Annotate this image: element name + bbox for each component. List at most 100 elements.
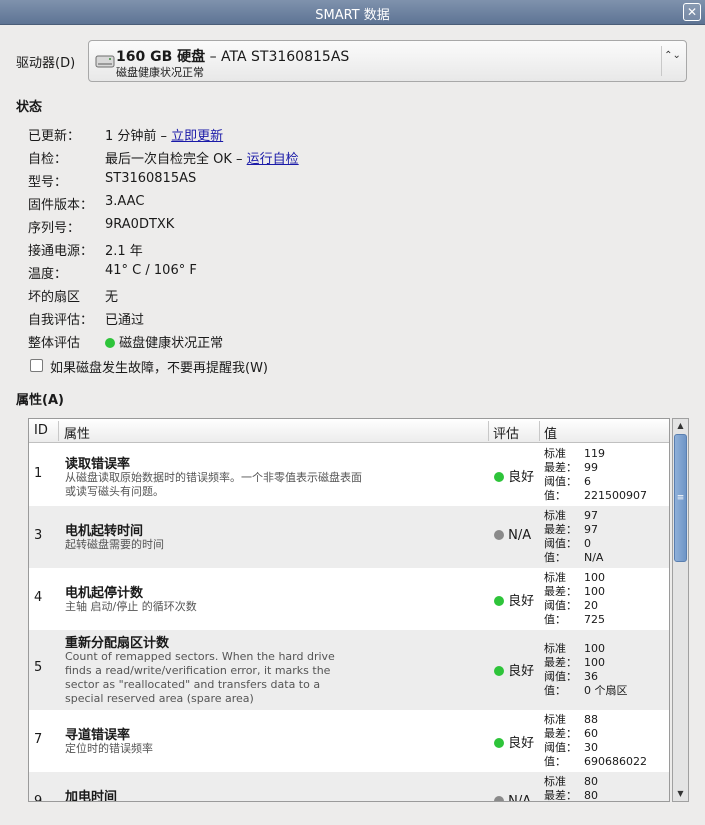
assessment-text: N/A <box>508 794 532 802</box>
attributes-table[interactable]: ID 属性 评估 值 1 读取错误率 从磁盘读取原始数据时的错误频率。一个非零值… <box>28 418 670 802</box>
value-label-threshold: 阈值： <box>544 599 577 612</box>
attributes-heading: 属性(A) <box>16 393 64 408</box>
column-divider <box>58 421 59 441</box>
column-divider <box>488 421 489 441</box>
status-value: 2.1 年 <box>105 244 143 259</box>
attribute-name: 读取错误率 <box>65 457 131 472</box>
attribute-values: 标准 88 最差： 60 阈值： 30 值： 690686022 <box>544 713 647 769</box>
table-row[interactable]: 4 电机起停计数 主轴 启动/停止 的循环次数 良好 标准 100 最差： 100 … <box>29 568 669 630</box>
attribute-values: 标准 119 最差： 99 阈值： 6 值： 221500907 <box>544 447 647 503</box>
status-value: 3.AAC <box>105 194 145 209</box>
table-row[interactable]: 1 读取错误率 从磁盘读取原始数据时的错误频率。一个非零值表示磁盘表面或读写磁头… <box>29 444 669 506</box>
value-worst: 100 <box>584 656 605 669</box>
drive-health: 磁盘健康状况正常 <box>116 66 204 79</box>
assessment: 良好 <box>494 590 534 609</box>
row-id: 3 <box>34 528 43 543</box>
value-label-normalized: 标准 <box>544 509 566 522</box>
value-normalized: 100 <box>584 642 605 655</box>
drive-model: – ATA ST3160815AS <box>205 49 350 65</box>
value-worst: 99 <box>584 461 598 474</box>
value-label-worst: 最差： <box>544 461 577 474</box>
value-threshold: 36 <box>584 670 598 683</box>
status-key: 固件版本： <box>28 198 94 213</box>
assessment-text: 良好 <box>508 736 535 751</box>
value-threshold: 30 <box>584 741 598 754</box>
value-label-threshold: 阈值： <box>544 537 577 550</box>
value-label-raw: 值： <box>544 551 566 564</box>
table-row[interactable]: 7 寻道错误率 定位时的错误频率 良好 标准 88 最差： 60 阈值： 30 值： 6… <box>29 710 669 772</box>
column-header-value[interactable]: 值 <box>544 423 557 442</box>
value-label-normalized: 标准 <box>544 713 566 726</box>
hard-disk-icon <box>95 55 115 68</box>
run-selftest-link[interactable]: 运行自检 <box>247 152 299 167</box>
value-worst: 100 <box>584 585 605 598</box>
column-header-id[interactable]: ID <box>34 423 48 438</box>
value-raw: 0 个扇区 <box>584 684 628 697</box>
drive-selector[interactable]: 160 GB 硬盘 – ATA ST3160815AS 磁盘健康状况正常 ⌃⌄ <box>88 40 687 82</box>
status-good-icon <box>105 338 115 348</box>
updated-text: 1 分钟前 – <box>105 129 172 144</box>
status-key: 温度： <box>28 267 68 282</box>
value-label-normalized: 标准 <box>544 571 566 584</box>
value-label-normalized: 标准 <box>544 642 566 655</box>
status-unknown-icon <box>494 530 504 540</box>
chevron-updown-icon: ⌃⌄ <box>661 46 683 76</box>
status-value: ST3160815AS <box>105 171 197 186</box>
value-label-raw: 值： <box>544 684 566 697</box>
table-row[interactable]: 9 加电时间 N/A 标准 80 最差： 80 <box>29 772 669 802</box>
value-raw: 690686022 <box>584 755 647 768</box>
value-worst: 80 <box>584 789 598 802</box>
attribute-values: 标准 100 最差： 100 阈值： 20 值： 725 <box>544 571 605 627</box>
attribute-values: 标准 80 最差： 80 <box>544 775 598 802</box>
column-header-assessment[interactable]: 评估 <box>493 423 519 442</box>
value-raw: N/A <box>584 551 604 564</box>
scroll-down-icon[interactable]: ▼ <box>673 787 688 801</box>
value-worst: 60 <box>584 727 598 740</box>
status-key: 自检： <box>28 152 68 167</box>
dont-warn-checkbox[interactable] <box>30 359 43 372</box>
table-row[interactable]: 5 重新分配扇区计数 Count of remapped sectors. Wh… <box>29 630 669 710</box>
close-icon[interactable]: ✕ <box>683 3 701 21</box>
value-label-raw: 值： <box>544 489 566 502</box>
drive-label: 驱动器(D) <box>16 56 76 71</box>
value-normalized: 88 <box>584 713 598 726</box>
attribute-name: 寻道错误率 <box>65 728 131 743</box>
value-raw: 221500907 <box>584 489 647 502</box>
value-threshold: 6 <box>584 475 591 488</box>
status-value: 41° C / 106° F <box>105 263 197 278</box>
value-label-worst: 最差： <box>544 727 577 740</box>
dont-warn-label: 如果磁盘发生故障，不要再提醒我(W) <box>50 361 268 376</box>
scroll-thumb[interactable]: ≡ <box>674 434 687 562</box>
status-heading: 状态 <box>16 100 43 115</box>
attribute-name: 加电时间 <box>65 790 118 802</box>
drive-size: 160 GB 硬盘 <box>116 49 206 65</box>
assessment-text: 良好 <box>508 594 535 609</box>
value-raw: 725 <box>584 613 605 626</box>
attribute-description: 主轴 启动/停止 的循环次数 <box>65 600 197 613</box>
value-label-worst: 最差： <box>544 585 577 598</box>
attribute-values: 标准 97 最差： 97 阈值： 0 值： N/A <box>544 509 603 565</box>
status-key: 已更新： <box>28 129 81 144</box>
assessment: 良好 <box>494 732 534 751</box>
attribute-name: 电机起停计数 <box>65 586 144 601</box>
table-scrollbar[interactable]: ▲ ≡ ▼ <box>672 418 689 802</box>
value-normalized: 97 <box>584 509 598 522</box>
value-worst: 97 <box>584 523 598 536</box>
status-key: 型号： <box>28 175 68 190</box>
status-good-icon <box>494 596 504 606</box>
row-id: 7 <box>34 732 43 747</box>
assessment: N/A <box>494 528 531 543</box>
status-value: 磁盘健康状况正常 <box>105 332 223 351</box>
scroll-up-icon[interactable]: ▲ <box>673 419 688 433</box>
table-row[interactable]: 3 电机起转时间 起转磁盘需要的时间 N/A 标准 97 最差： 97 阈值： 0 值… <box>29 506 669 568</box>
window-title: SMART 数据 <box>315 8 390 23</box>
refresh-now-link[interactable]: 立即更新 <box>171 129 223 144</box>
attribute-description: 定位时的错误频率 <box>65 742 153 755</box>
value-label-worst: 最差： <box>544 656 577 669</box>
value-normalized: 119 <box>584 447 605 460</box>
row-id: 1 <box>34 466 43 481</box>
column-header-attribute[interactable]: 属性 <box>64 423 90 442</box>
selftest-text: 最后一次自检完全 OK – <box>105 152 247 167</box>
table-header: ID 属性 评估 值 <box>29 419 669 443</box>
status-good-icon <box>494 738 504 748</box>
